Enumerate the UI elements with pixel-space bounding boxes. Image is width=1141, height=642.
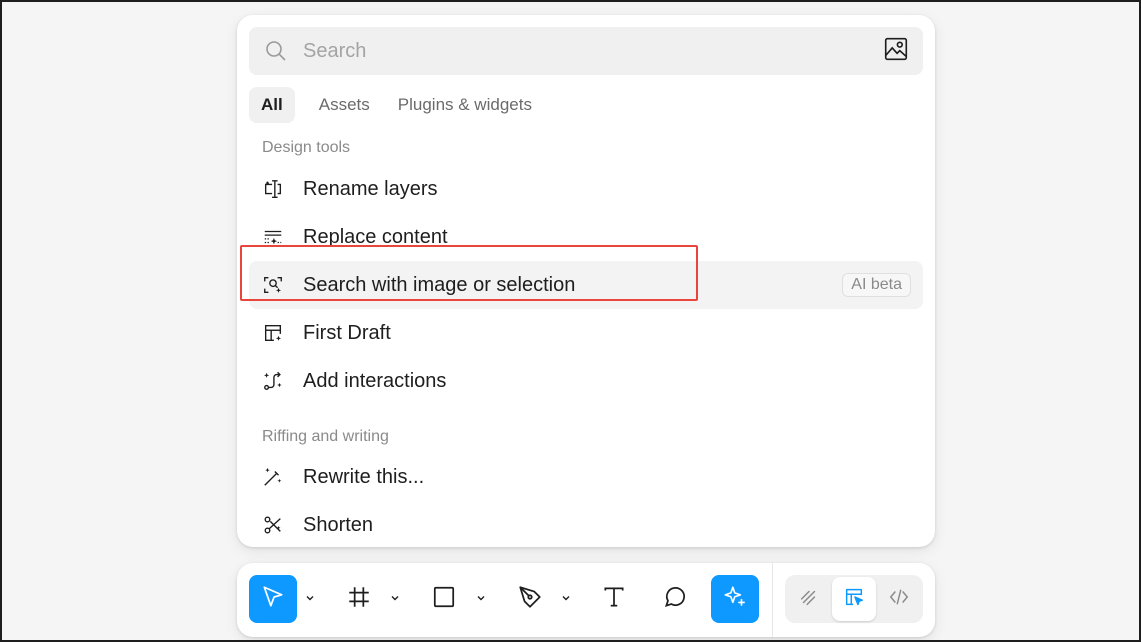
text-tool-button[interactable] xyxy=(590,575,638,623)
actions-panel: All Assets Plugins & widgets Design tool… xyxy=(237,15,935,547)
replace-content-icon xyxy=(261,225,285,249)
list-item-rewrite-this[interactable]: Rewrite this... xyxy=(249,453,923,501)
frame-tool-caret[interactable] xyxy=(388,591,402,607)
search-image-selection-icon xyxy=(261,273,285,297)
chevron-down-icon xyxy=(390,590,400,608)
design-mode-button[interactable] xyxy=(832,577,876,621)
toolbar-divider xyxy=(772,563,773,637)
tab-all[interactable]: All xyxy=(249,87,295,123)
list-item-first-draft[interactable]: First Draft xyxy=(249,309,923,357)
tab-assets[interactable]: Assets xyxy=(307,87,382,123)
text-icon xyxy=(601,584,627,615)
chevron-down-icon xyxy=(561,590,571,608)
sparkle-icon xyxy=(722,584,748,615)
image-search-button[interactable] xyxy=(869,27,923,75)
list-item-label: Replace content xyxy=(303,225,448,248)
tab-bar: All Assets Plugins & widgets xyxy=(249,87,544,123)
mode-switcher xyxy=(785,575,923,623)
bottom-toolbar xyxy=(237,563,935,637)
search-bar[interactable] xyxy=(249,27,923,75)
design-mode-icon xyxy=(843,586,865,613)
move-tool-caret[interactable] xyxy=(303,591,317,607)
rectangle-tool-button[interactable] xyxy=(420,575,468,623)
actions-ai-button[interactable] xyxy=(711,575,759,623)
tab-plugins-widgets[interactable]: Plugins & widgets xyxy=(386,87,544,123)
add-interactions-icon xyxy=(261,369,285,393)
ai-beta-badge: AI beta xyxy=(842,273,911,297)
draw-icon xyxy=(798,586,820,613)
section-header-design-tools: Design tools xyxy=(262,139,351,156)
list-item-search-with-image[interactable]: Search with image or selection AI beta xyxy=(249,261,923,309)
list-item-replace-content[interactable]: Replace content xyxy=(249,213,923,261)
image-icon xyxy=(883,36,909,67)
pen-tool-caret[interactable] xyxy=(559,591,573,607)
move-tool-button[interactable] xyxy=(249,575,297,623)
chevron-down-icon xyxy=(476,590,486,608)
list-item-add-interactions[interactable]: Add interactions xyxy=(249,357,923,405)
code-icon xyxy=(888,586,910,613)
search-icon xyxy=(249,27,303,75)
pen-icon xyxy=(517,584,543,615)
list-item-label: Rewrite this... xyxy=(303,465,425,488)
list-item-label: Shorten xyxy=(303,513,374,536)
rectangle-icon xyxy=(431,584,457,615)
list-item-rename-layers[interactable]: Rename layers xyxy=(249,165,923,213)
dev-mode-button[interactable] xyxy=(877,577,921,621)
list-item-label: First Draft xyxy=(303,321,391,344)
cursor-icon xyxy=(260,584,286,615)
shorten-icon xyxy=(261,513,285,537)
magic-wand-icon xyxy=(261,465,285,489)
comment-tool-button[interactable] xyxy=(651,575,699,623)
chevron-down-icon xyxy=(305,590,315,608)
list-item-label: Add interactions xyxy=(303,369,447,392)
list-item-label: Search with image or selection xyxy=(303,273,576,296)
comment-icon xyxy=(662,584,688,615)
list-item-shorten[interactable]: Shorten xyxy=(249,501,923,547)
first-draft-icon xyxy=(261,321,285,345)
pen-tool-button[interactable] xyxy=(506,575,554,623)
rename-layers-icon xyxy=(261,177,285,201)
frame-icon xyxy=(346,584,372,615)
rectangle-tool-caret[interactable] xyxy=(474,591,488,607)
actions-list: Design tools Rename layers Replace conte… xyxy=(237,127,935,547)
section-header-riffing-writing: Riffing and writing xyxy=(262,428,389,445)
list-item-label: Rename layers xyxy=(303,177,438,200)
draw-mode-button[interactable] xyxy=(787,577,831,621)
search-input[interactable] xyxy=(303,27,869,75)
frame-tool-button[interactable] xyxy=(335,575,383,623)
